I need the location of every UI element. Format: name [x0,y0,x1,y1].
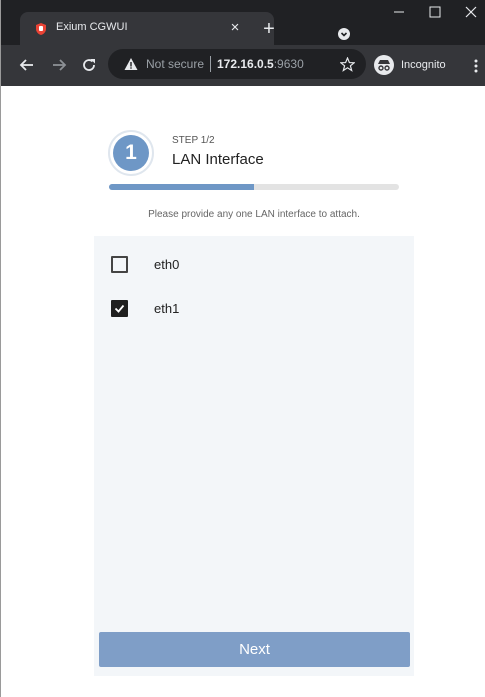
security-status: Not secure [146,57,205,71]
forward-arrow-icon[interactable] [51,57,67,73]
address-bar[interactable]: Not secure 172.16.0.5:9630 [108,49,366,79]
url-host: 172.16.0.5 [217,57,274,71]
page-content: 1 STEP 1/2 LAN Interface Please provide … [1,86,485,697]
reload-icon[interactable] [81,57,97,73]
url-port: :9630 [273,57,304,71]
maximize-icon[interactable] [425,2,445,22]
incognito-label: Incognito [401,59,446,71]
more-menu-icon[interactable] [471,58,481,74]
new-tab-icon[interactable]: + [259,19,279,40]
next-button[interactable]: Next [99,632,410,667]
tab-title: Exium CGWUI [56,21,128,33]
tab-close-icon[interactable]: × [225,18,245,38]
instruction-text: Please provide any one LAN interface to … [148,209,360,220]
tab-strip: Exium CGWUI × + [1,0,485,45]
bookmark-star-icon[interactable] [340,57,355,72]
step-title: LAN Interface [172,151,264,168]
interface-checkbox[interactable] [111,300,128,317]
step-header: 1 STEP 1/2 LAN Interface Please provide … [94,116,414,236]
incognito-icon[interactable] [374,55,394,75]
url-text[interactable]: 172.16.0.5:9630 [217,57,304,71]
step-number: 1 [113,135,149,171]
interface-label: eth0 [154,257,180,272]
window-close-icon[interactable] [461,2,481,22]
interface-checkbox[interactable] [111,256,128,273]
back-arrow-icon[interactable] [19,57,35,73]
browser-tab[interactable]: Exium CGWUI × [20,12,274,45]
progress-fill [109,184,254,190]
omnibox-divider [210,56,211,72]
shield-favicon-icon [36,23,46,35]
checkmark-icon [114,304,125,313]
wizard-panel: 1 STEP 1/2 LAN Interface Please provide … [94,116,414,676]
interface-option-eth1[interactable]: eth1 [111,298,391,320]
interface-option-eth0[interactable]: eth0 [111,254,391,276]
browser-window: Exium CGWUI × + Not secure 172.16.0.5:96… [0,0,485,697]
warning-icon[interactable] [124,57,138,71]
interface-label: eth1 [154,301,180,316]
progress-bar [109,184,399,190]
minimize-icon[interactable] [389,2,409,22]
browser-toolbar: Not secure 172.16.0.5:9630 Incognito [1,45,485,86]
step-count: STEP 1/2 [172,135,215,146]
step-indicator: 1 [108,130,154,176]
tab-search-icon[interactable] [337,27,351,41]
